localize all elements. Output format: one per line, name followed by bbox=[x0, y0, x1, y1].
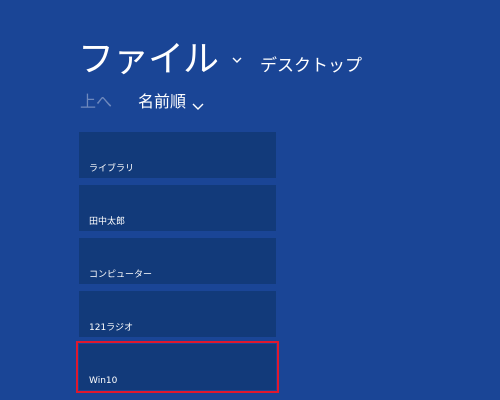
location-tile-win10[interactable]: Win10 bbox=[76, 341, 279, 393]
current-location: デスクトップ bbox=[260, 56, 363, 76]
location-tile-library[interactable]: ライブラリ bbox=[79, 132, 276, 178]
tile-label: 田中太郎 bbox=[89, 217, 126, 227]
chevron-down-icon[interactable] bbox=[232, 50, 242, 63]
location-tile-radio[interactable]: 121ラジオ bbox=[79, 291, 276, 337]
chevron-down-icon bbox=[192, 96, 204, 110]
location-tile-user[interactable]: 田中太郎 bbox=[79, 185, 276, 231]
sort-dropdown[interactable]: 名前順 bbox=[138, 88, 204, 112]
tile-label: 121ラジオ bbox=[89, 323, 133, 333]
location-list: ライブラリ 田中太郎 コンピューター 121ラジオ Win10 bbox=[76, 132, 279, 397]
app-title[interactable]: ファイル bbox=[78, 30, 219, 82]
up-button[interactable]: 上へ bbox=[80, 88, 112, 112]
location-tile-computer[interactable]: コンピューター bbox=[79, 238, 276, 284]
tile-label: ライブラリ bbox=[89, 164, 135, 174]
sort-label: 名前順 bbox=[138, 92, 187, 111]
header: ファイル デスクトップ bbox=[78, 30, 362, 82]
tile-label: コンピューター bbox=[89, 270, 153, 280]
tile-label: Win10 bbox=[89, 376, 118, 386]
toolbar: 上へ 名前順 bbox=[80, 88, 204, 112]
